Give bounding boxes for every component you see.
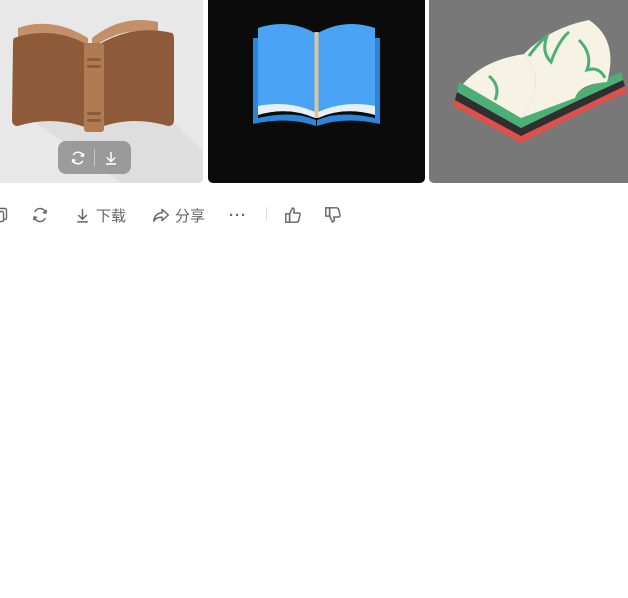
dislike-button[interactable] <box>324 203 342 227</box>
thumbs-up-icon <box>285 207 301 223</box>
share-arrow-icon <box>152 208 170 222</box>
share-label: 分享 <box>175 207 206 225</box>
message-action-toolbar: 下载 分享 ··· <box>0 203 628 227</box>
refresh-icon <box>71 151 85 164</box>
overlay-regenerate-button[interactable] <box>66 146 90 170</box>
copy-icon <box>0 207 8 223</box>
toolbar-divider <box>266 207 267 221</box>
more-button[interactable]: ··· <box>229 203 247 227</box>
download-label: 下载 <box>96 207 127 225</box>
download-button[interactable]: 下载 <box>74 203 126 227</box>
thumbs-down-icon <box>325 207 341 223</box>
refresh-icon <box>32 207 48 223</box>
download-icon <box>77 208 88 223</box>
image-results-panel: 下载 分享 ··· <box>0 0 628 598</box>
like-button[interactable] <box>284 203 302 227</box>
download-icon <box>106 151 116 165</box>
blue-open-book-icon <box>253 24 380 126</box>
green-open-book-icon <box>453 20 627 143</box>
copy-button[interactable] <box>0 203 8 227</box>
overlay-download-button[interactable] <box>99 146 123 170</box>
regenerate-button[interactable] <box>31 203 49 227</box>
result-image-2[interactable] <box>208 0 425 183</box>
more-icon: ··· <box>229 206 247 224</box>
overlay-separator <box>94 149 95 166</box>
share-button[interactable]: 分享 <box>152 203 205 227</box>
result-image-3[interactable] <box>429 0 628 183</box>
image-hover-actions <box>58 141 131 174</box>
